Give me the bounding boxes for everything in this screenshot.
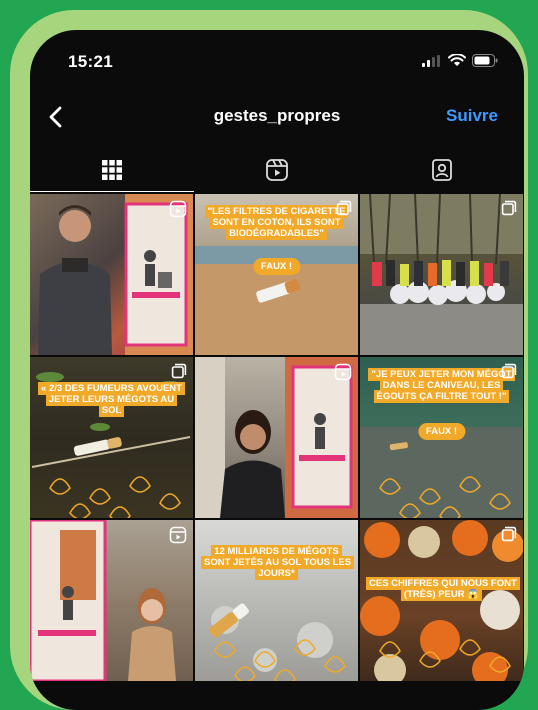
tab-grid[interactable] xyxy=(30,148,194,192)
reel-icon xyxy=(334,363,352,381)
post-9[interactable]: CES CHIFFRES QUI NOUS FONT (TRÈS) PEUR 😱 xyxy=(360,520,523,681)
tagged-icon xyxy=(432,159,452,181)
carousel-icon xyxy=(501,200,517,216)
post-1[interactable] xyxy=(30,194,193,355)
reels-icon xyxy=(266,159,288,181)
post-5[interactable] xyxy=(195,357,358,518)
post-caption: "JE PEUX JETER MON MÉGOT DANS LE CANIVEA… xyxy=(366,368,517,403)
leaf-pattern-icon xyxy=(49,476,181,518)
status-time: 15:21 xyxy=(68,52,113,71)
post-pill: FAUX ! xyxy=(417,423,466,440)
tab-tagged[interactable] xyxy=(360,148,524,192)
reel-icon xyxy=(169,200,187,218)
post-pill: FAUX ! xyxy=(252,258,301,275)
leaf-pattern-icon xyxy=(379,639,511,673)
post-3[interactable] xyxy=(360,194,523,355)
grid-icon xyxy=(102,160,122,180)
leaf-pattern-icon xyxy=(214,639,346,681)
post-8[interactable]: 12 MILLIARDS DE MÉGOTS SONT JETÉS AU SOL… xyxy=(195,520,358,681)
post-5-image xyxy=(195,357,358,518)
leaf-pattern-icon xyxy=(379,476,511,518)
post-caption: 12 MILLIARDS DE MÉGOTS SONT JETÉS AU SOL… xyxy=(201,545,355,580)
post-1-image xyxy=(38,194,193,355)
post-3-image xyxy=(360,194,523,355)
post-7[interactable] xyxy=(30,520,193,681)
post-4[interactable]: « 2/3 DES FUMEURS AVOUENT JETER LEURS MÉ… xyxy=(30,357,193,518)
carousel-icon xyxy=(171,363,187,379)
carousel-icon xyxy=(501,363,517,379)
reel-icon xyxy=(169,526,187,544)
tab-reels[interactable] xyxy=(195,148,359,192)
profile-tabs xyxy=(30,148,524,192)
post-2[interactable]: "LES FILTRES DE CIGARETTE SONT EN COTON,… xyxy=(195,194,358,355)
post-caption: CES CHIFFRES QUI NOUS FONT (TRÈS) PEUR 😱 xyxy=(366,577,520,601)
post-7-image xyxy=(30,520,176,681)
status-bar: 15:21 xyxy=(30,30,524,90)
post-caption: "LES FILTRES DE CIGARETTE SONT EN COTON,… xyxy=(201,205,352,240)
battery-icon xyxy=(472,54,498,67)
post-caption: « 2/3 DES FUMEURS AVOUENT JETER LEURS MÉ… xyxy=(36,382,187,417)
signal-icon xyxy=(422,54,440,67)
wifi-icon xyxy=(448,54,466,66)
carousel-icon xyxy=(336,200,352,216)
carousel-icon xyxy=(501,526,517,542)
status-icons xyxy=(422,54,498,67)
profile-header: gestes_propres Suivre xyxy=(30,100,524,140)
follow-button[interactable]: Suivre xyxy=(446,106,498,126)
post-6[interactable]: "JE PEUX JETER MON MÉGOT DANS LE CANIVEA… xyxy=(360,357,523,518)
phone-screen: 15:21 gestes_propres Suivre "LES FILTRES… xyxy=(30,30,524,710)
